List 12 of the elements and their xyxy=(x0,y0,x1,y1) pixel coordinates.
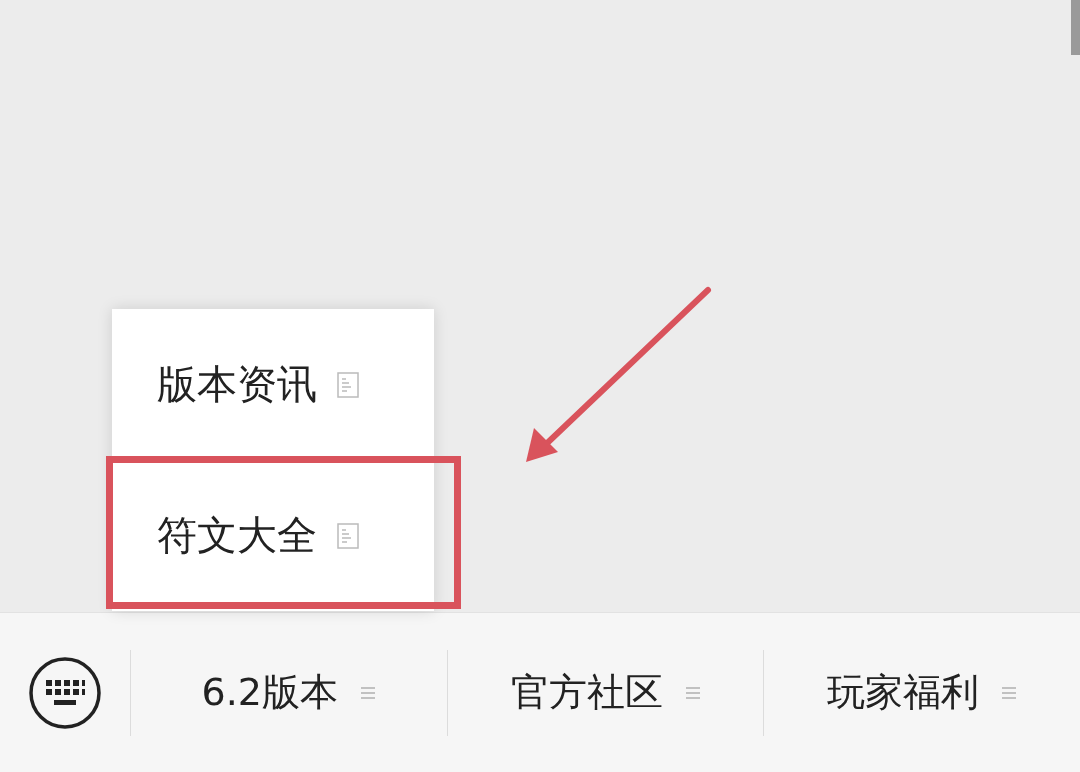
scrollbar xyxy=(1071,0,1080,55)
menu-item-label[interactable]: 版本资讯 xyxy=(157,357,317,412)
menu-icon xyxy=(684,684,701,701)
menu-tab[interactable]: 官方社区 xyxy=(447,613,764,772)
document-icon xyxy=(337,371,359,398)
menu-item-label[interactable]: 符文大全 xyxy=(157,508,317,563)
menu-icon xyxy=(1001,684,1018,701)
menu-tab[interactable]: 玩家福利 xyxy=(764,613,1080,772)
menu-tab[interactable]: 6.2版本 xyxy=(131,613,447,772)
document-icon xyxy=(337,522,359,549)
keyboard-icon[interactable] xyxy=(28,655,102,730)
menu-icon xyxy=(360,684,377,701)
